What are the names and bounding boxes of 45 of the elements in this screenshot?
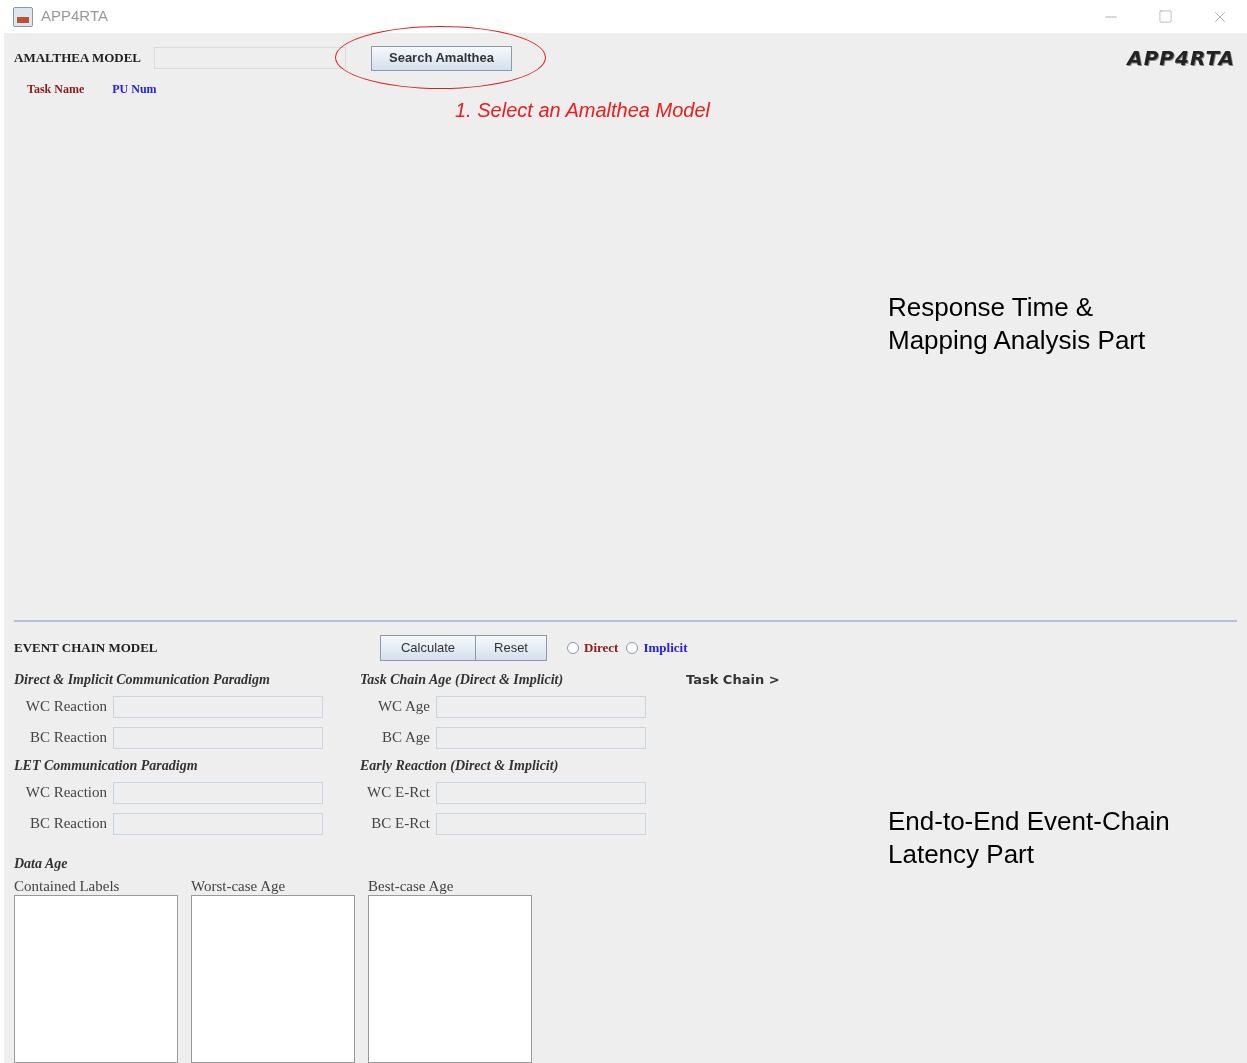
part-label: Response Time & Mapping Analysis Part: [888, 291, 1146, 357]
field-label: BC Reaction: [28, 814, 107, 834]
action-button[interactable]: Reset: [475, 635, 547, 661]
logo: APP4RTA: [1127, 45, 1235, 72]
list-label: Worst-case Age: [191, 877, 287, 895]
radio-option[interactable]: Direct: [567, 638, 619, 658]
maximize-icon[interactable]: [1158, 9, 1173, 24]
field-label: WC Reaction: [24, 783, 107, 803]
window-title: APP4RTA: [41, 6, 108, 27]
action-button[interactable]: Calculate: [380, 635, 476, 661]
group-title: LET Communication Paradigm: [14, 757, 199, 775]
annotation-text: 1. Select an Amalthea Model: [455, 98, 710, 123]
list-box[interactable]: [368, 895, 532, 1063]
text-field[interactable]: [436, 781, 646, 804]
field-label: BC Age: [381, 728, 430, 748]
field-label: WC E-Rct: [366, 783, 430, 803]
model-path-field[interactable]: [154, 47, 346, 69]
text-field[interactable]: [113, 726, 323, 749]
text-field[interactable]: [436, 726, 646, 749]
group-title: Early Reaction (Direct & Implicit): [360, 757, 560, 775]
column-header: Task Name: [27, 81, 85, 98]
search-button[interactable]: Search Amalthea: [371, 45, 512, 71]
text-field[interactable]: [113, 812, 323, 835]
app-icon: [13, 6, 33, 27]
section-label: EVENT CHAIN MODEL: [14, 639, 159, 658]
group-title: Data Age: [14, 855, 69, 873]
field-label: WC Age: [376, 697, 430, 717]
field-label: BC E-Rct: [370, 814, 430, 834]
section-label: AMALTHEA MODEL: [14, 49, 142, 68]
field-label: BC Reaction: [28, 728, 107, 748]
text-field[interactable]: [113, 781, 323, 804]
column-header: PU Num: [112, 81, 157, 98]
text-field[interactable]: [436, 695, 646, 718]
radio-option[interactable]: Implicit: [626, 638, 688, 658]
group-title: Direct & Implicit Communication Paradigm: [14, 671, 271, 689]
part-label: End-to-End Event-Chain Latency Part: [888, 805, 1171, 871]
list-label: Contained Labels: [14, 877, 121, 895]
task-chain-label: Task Chain >: [686, 671, 780, 689]
list-box[interactable]: [14, 895, 178, 1063]
text-field[interactable]: [113, 695, 323, 718]
group-title: Task Chain Age (Direct & Implicit): [360, 671, 565, 689]
list-label: Best-case Age: [368, 877, 455, 895]
list-box[interactable]: [191, 895, 355, 1063]
text-field[interactable]: [436, 812, 646, 835]
field-label: WC Reaction: [24, 697, 107, 717]
